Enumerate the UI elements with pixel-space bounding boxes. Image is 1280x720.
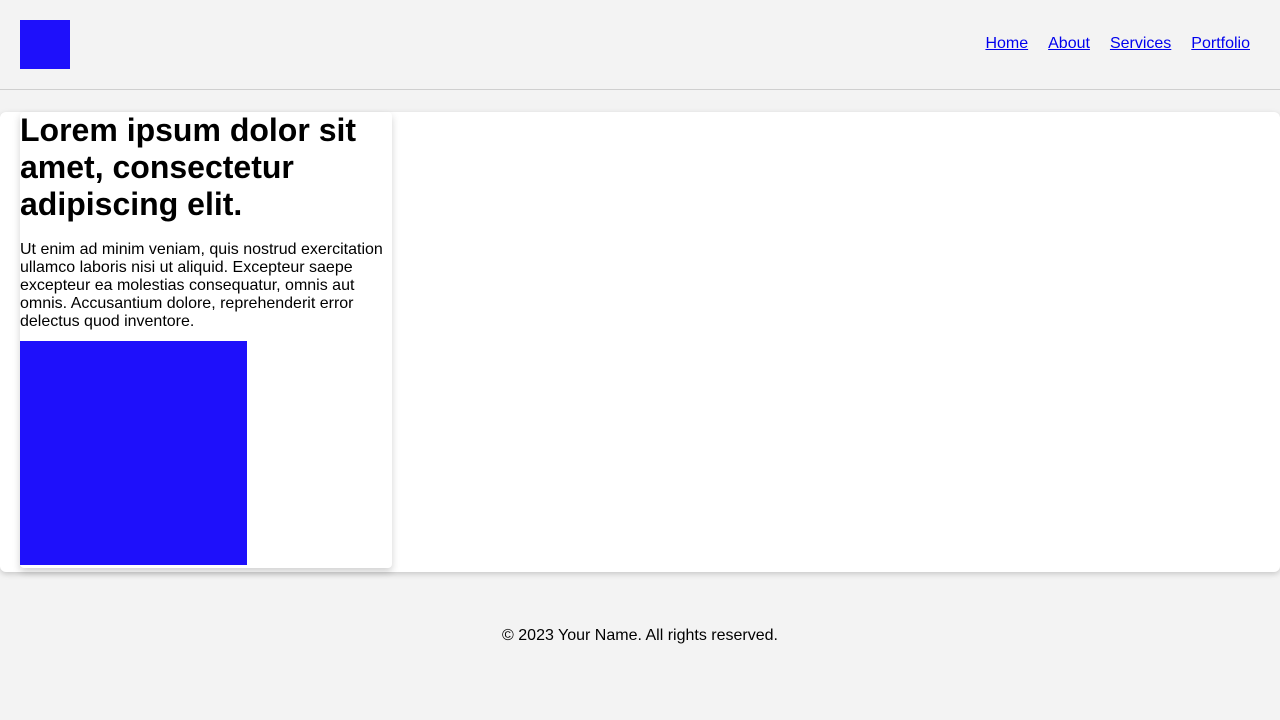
logo-image[interactable] (20, 20, 70, 69)
article-image-fill (20, 341, 247, 565)
nav-link-about[interactable]: About (1048, 34, 1090, 54)
nav-link-portfolio[interactable]: Portfolio (1191, 34, 1250, 54)
footer-copyright: © 2023 Your Name. All rights reserved. (502, 627, 778, 644)
article-paragraph: Ut enim ad minim veniam, quis nostrud ex… (20, 241, 383, 330)
main-nav: Home About Services Portfolio (985, 34, 1250, 54)
article-image (20, 341, 247, 565)
logo-block (20, 20, 70, 69)
site-header: Home About Services Portfolio (0, 0, 1280, 90)
article-heading: Lorem ipsum dolor sit amet, consectetur … (20, 112, 357, 222)
nav-link-home[interactable]: Home (985, 34, 1028, 54)
main-content: Lorem ipsum dolor sit amet, consectetur … (0, 112, 1280, 572)
nav-link-services[interactable]: Services (1110, 34, 1171, 54)
article-card: Lorem ipsum dolor sit amet, consectetur … (20, 112, 392, 568)
site-footer: © 2023 Your Name. All rights reserved. (0, 626, 1280, 646)
